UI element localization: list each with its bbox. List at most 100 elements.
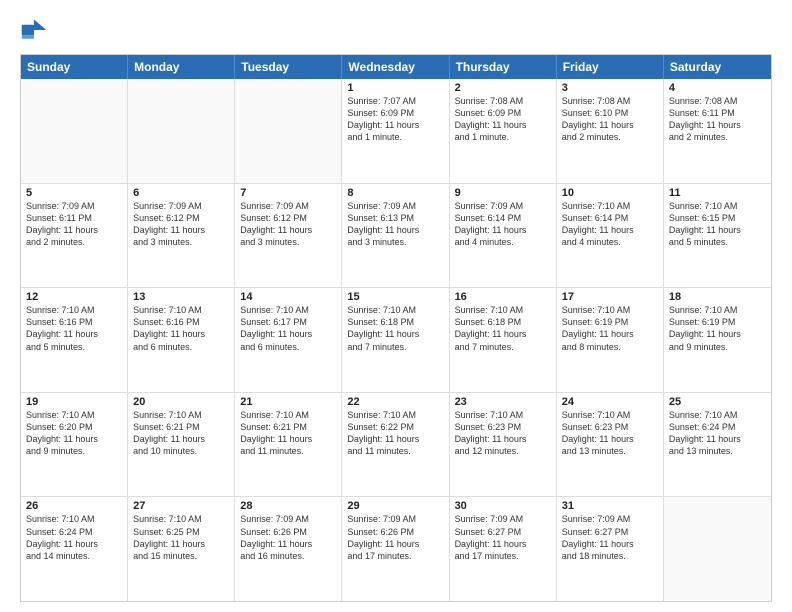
calendar-cell: 19Sunrise: 7:10 AM Sunset: 6:20 PM Dayli…: [21, 393, 128, 497]
calendar-cell: [128, 79, 235, 183]
cell-info: Sunrise: 7:09 AM Sunset: 6:27 PM Dayligh…: [562, 513, 658, 562]
day-number: 28: [240, 500, 336, 512]
calendar-row-5: 26Sunrise: 7:10 AM Sunset: 6:24 PM Dayli…: [21, 497, 771, 601]
cell-info: Sunrise: 7:09 AM Sunset: 6:13 PM Dayligh…: [347, 200, 443, 249]
logo-icon: [20, 16, 48, 44]
calendar-cell: 12Sunrise: 7:10 AM Sunset: 6:16 PM Dayli…: [21, 288, 128, 392]
calendar-cell: 14Sunrise: 7:10 AM Sunset: 6:17 PM Dayli…: [235, 288, 342, 392]
calendar-cell: 20Sunrise: 7:10 AM Sunset: 6:21 PM Dayli…: [128, 393, 235, 497]
day-number: 22: [347, 396, 443, 408]
cell-info: Sunrise: 7:09 AM Sunset: 6:12 PM Dayligh…: [133, 200, 229, 249]
calendar-cell: 31Sunrise: 7:09 AM Sunset: 6:27 PM Dayli…: [557, 497, 664, 601]
calendar-cell: 8Sunrise: 7:09 AM Sunset: 6:13 PM Daylig…: [342, 184, 449, 288]
day-number: 12: [26, 291, 122, 303]
day-number: 18: [669, 291, 766, 303]
calendar-cell: 28Sunrise: 7:09 AM Sunset: 6:26 PM Dayli…: [235, 497, 342, 601]
day-number: 6: [133, 187, 229, 199]
calendar-cell: 26Sunrise: 7:10 AM Sunset: 6:24 PM Dayli…: [21, 497, 128, 601]
calendar-cell: 29Sunrise: 7:09 AM Sunset: 6:26 PM Dayli…: [342, 497, 449, 601]
cell-info: Sunrise: 7:09 AM Sunset: 6:12 PM Dayligh…: [240, 200, 336, 249]
calendar-cell: 24Sunrise: 7:10 AM Sunset: 6:23 PM Dayli…: [557, 393, 664, 497]
calendar-cell: 17Sunrise: 7:10 AM Sunset: 6:19 PM Dayli…: [557, 288, 664, 392]
cell-info: Sunrise: 7:10 AM Sunset: 6:23 PM Dayligh…: [455, 409, 551, 458]
day-number: 8: [347, 187, 443, 199]
cell-info: Sunrise: 7:10 AM Sunset: 6:15 PM Dayligh…: [669, 200, 766, 249]
cell-info: Sunrise: 7:09 AM Sunset: 6:11 PM Dayligh…: [26, 200, 122, 249]
calendar-row-2: 5Sunrise: 7:09 AM Sunset: 6:11 PM Daylig…: [21, 184, 771, 289]
calendar-header: SundayMondayTuesdayWednesdayThursdayFrid…: [21, 55, 771, 79]
day-number: 27: [133, 500, 229, 512]
day-number: 13: [133, 291, 229, 303]
calendar-cell: 1Sunrise: 7:07 AM Sunset: 6:09 PM Daylig…: [342, 79, 449, 183]
day-number: 15: [347, 291, 443, 303]
header-day-saturday: Saturday: [664, 55, 771, 79]
calendar-cell: 11Sunrise: 7:10 AM Sunset: 6:15 PM Dayli…: [664, 184, 771, 288]
day-number: 20: [133, 396, 229, 408]
calendar-cell: 5Sunrise: 7:09 AM Sunset: 6:11 PM Daylig…: [21, 184, 128, 288]
header-day-monday: Monday: [128, 55, 235, 79]
calendar-cell: 25Sunrise: 7:10 AM Sunset: 6:24 PM Dayli…: [664, 393, 771, 497]
calendar-cell: 21Sunrise: 7:10 AM Sunset: 6:21 PM Dayli…: [235, 393, 342, 497]
cell-info: Sunrise: 7:10 AM Sunset: 6:20 PM Dayligh…: [26, 409, 122, 458]
page: SundayMondayTuesdayWednesdayThursdayFrid…: [0, 0, 792, 612]
day-number: 2: [455, 82, 551, 94]
header: [20, 16, 772, 44]
day-number: 26: [26, 500, 122, 512]
calendar-row-4: 19Sunrise: 7:10 AM Sunset: 6:20 PM Dayli…: [21, 393, 771, 498]
cell-info: Sunrise: 7:10 AM Sunset: 6:18 PM Dayligh…: [347, 304, 443, 353]
header-day-thursday: Thursday: [450, 55, 557, 79]
cell-info: Sunrise: 7:10 AM Sunset: 6:14 PM Dayligh…: [562, 200, 658, 249]
calendar-cell: 15Sunrise: 7:10 AM Sunset: 6:18 PM Dayli…: [342, 288, 449, 392]
day-number: 17: [562, 291, 658, 303]
cell-info: Sunrise: 7:10 AM Sunset: 6:19 PM Dayligh…: [669, 304, 766, 353]
calendar-cell: 22Sunrise: 7:10 AM Sunset: 6:22 PM Dayli…: [342, 393, 449, 497]
day-number: 1: [347, 82, 443, 94]
day-number: 23: [455, 396, 551, 408]
calendar-cell: 9Sunrise: 7:09 AM Sunset: 6:14 PM Daylig…: [450, 184, 557, 288]
header-day-tuesday: Tuesday: [235, 55, 342, 79]
day-number: 11: [669, 187, 766, 199]
cell-info: Sunrise: 7:08 AM Sunset: 6:10 PM Dayligh…: [562, 95, 658, 144]
cell-info: Sunrise: 7:10 AM Sunset: 6:24 PM Dayligh…: [26, 513, 122, 562]
day-number: 16: [455, 291, 551, 303]
cell-info: Sunrise: 7:08 AM Sunset: 6:11 PM Dayligh…: [669, 95, 766, 144]
cell-info: Sunrise: 7:08 AM Sunset: 6:09 PM Dayligh…: [455, 95, 551, 144]
day-number: 25: [669, 396, 766, 408]
calendar-cell: [21, 79, 128, 183]
day-number: 29: [347, 500, 443, 512]
cell-info: Sunrise: 7:10 AM Sunset: 6:19 PM Dayligh…: [562, 304, 658, 353]
cell-info: Sunrise: 7:10 AM Sunset: 6:18 PM Dayligh…: [455, 304, 551, 353]
day-number: 7: [240, 187, 336, 199]
day-number: 31: [562, 500, 658, 512]
day-number: 24: [562, 396, 658, 408]
calendar-row-1: 1Sunrise: 7:07 AM Sunset: 6:09 PM Daylig…: [21, 79, 771, 184]
cell-info: Sunrise: 7:10 AM Sunset: 6:23 PM Dayligh…: [562, 409, 658, 458]
calendar-cell: 6Sunrise: 7:09 AM Sunset: 6:12 PM Daylig…: [128, 184, 235, 288]
logo: [20, 16, 52, 44]
day-number: 4: [669, 82, 766, 94]
calendar-cell: 3Sunrise: 7:08 AM Sunset: 6:10 PM Daylig…: [557, 79, 664, 183]
calendar-cell: 27Sunrise: 7:10 AM Sunset: 6:25 PM Dayli…: [128, 497, 235, 601]
cell-info: Sunrise: 7:10 AM Sunset: 6:16 PM Dayligh…: [133, 304, 229, 353]
calendar-body: 1Sunrise: 7:07 AM Sunset: 6:09 PM Daylig…: [21, 79, 771, 601]
calendar-cell: 4Sunrise: 7:08 AM Sunset: 6:11 PM Daylig…: [664, 79, 771, 183]
day-number: 19: [26, 396, 122, 408]
cell-info: Sunrise: 7:09 AM Sunset: 6:27 PM Dayligh…: [455, 513, 551, 562]
cell-info: Sunrise: 7:10 AM Sunset: 6:21 PM Dayligh…: [133, 409, 229, 458]
calendar-cell: 7Sunrise: 7:09 AM Sunset: 6:12 PM Daylig…: [235, 184, 342, 288]
cell-info: Sunrise: 7:07 AM Sunset: 6:09 PM Dayligh…: [347, 95, 443, 144]
day-number: 9: [455, 187, 551, 199]
header-day-wednesday: Wednesday: [342, 55, 449, 79]
cell-info: Sunrise: 7:10 AM Sunset: 6:17 PM Dayligh…: [240, 304, 336, 353]
cell-info: Sunrise: 7:09 AM Sunset: 6:26 PM Dayligh…: [347, 513, 443, 562]
day-number: 30: [455, 500, 551, 512]
cell-info: Sunrise: 7:10 AM Sunset: 6:25 PM Dayligh…: [133, 513, 229, 562]
calendar-cell: [664, 497, 771, 601]
calendar-cell: 13Sunrise: 7:10 AM Sunset: 6:16 PM Dayli…: [128, 288, 235, 392]
day-number: 10: [562, 187, 658, 199]
day-number: 3: [562, 82, 658, 94]
day-number: 5: [26, 187, 122, 199]
calendar-cell: [235, 79, 342, 183]
cell-info: Sunrise: 7:10 AM Sunset: 6:24 PM Dayligh…: [669, 409, 766, 458]
calendar-cell: 30Sunrise: 7:09 AM Sunset: 6:27 PM Dayli…: [450, 497, 557, 601]
